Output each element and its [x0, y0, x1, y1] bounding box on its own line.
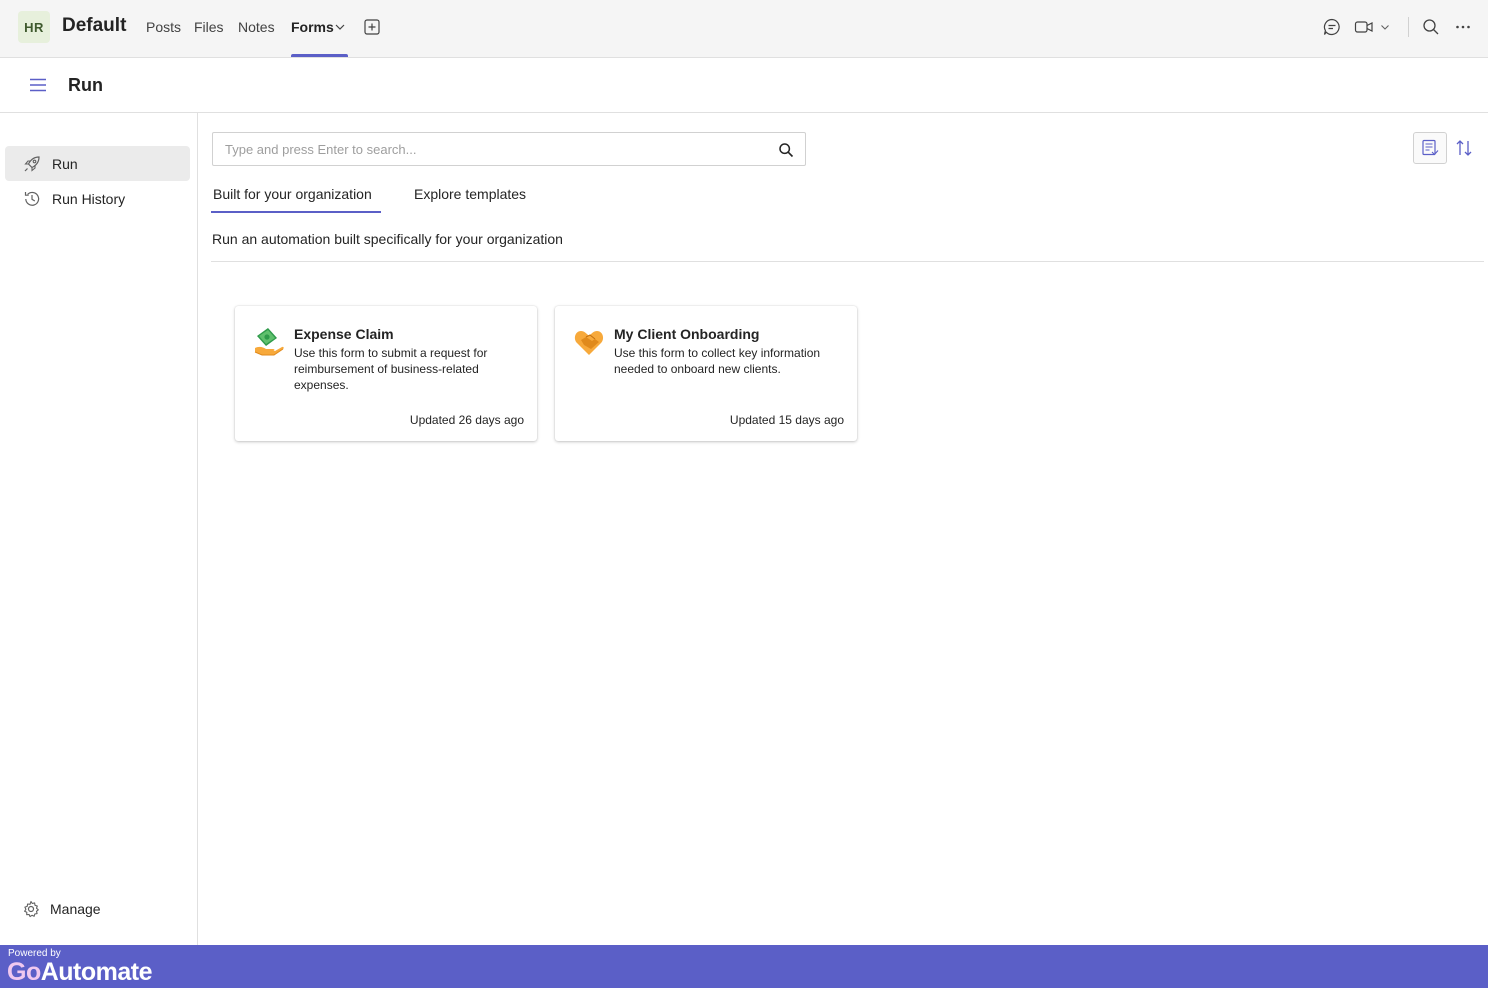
- team-avatar[interactable]: HR: [18, 11, 50, 43]
- chevron-down-icon[interactable]: [334, 20, 346, 34]
- form-card-expense-claim[interactable]: Expense Claim Use this form to submit a …: [235, 306, 537, 441]
- sidebar-item-manage[interactable]: Manage: [5, 891, 190, 926]
- card-title: My Client Onboarding: [614, 326, 760, 342]
- video-call-icon[interactable]: [1354, 17, 1374, 37]
- list-view-icon: [1422, 139, 1439, 156]
- team-name: Default: [62, 15, 127, 36]
- brand-prefix: Go: [7, 958, 41, 986]
- search-icon[interactable]: [1421, 17, 1441, 37]
- hamburger-menu-icon[interactable]: [28, 77, 48, 93]
- active-tab-indicator: [291, 54, 348, 57]
- page-title: Run: [68, 75, 103, 95]
- money-hand-icon: [254, 328, 284, 356]
- chat-icon[interactable]: [1322, 17, 1342, 37]
- history-icon: [24, 191, 40, 206]
- brand-suffix: Automate: [40, 958, 153, 986]
- footer: Powered by GoAutomate: [0, 945, 1488, 988]
- divider: [211, 261, 1484, 262]
- tab-built-for-organization[interactable]: Built for your organization: [213, 186, 372, 202]
- sidebar-item-run-history[interactable]: Run History: [5, 181, 190, 216]
- app-header: Run: [0, 58, 1488, 113]
- sidebar: Run Run History Manage: [0, 113, 198, 945]
- tab-posts[interactable]: Posts: [146, 19, 181, 35]
- card-updated: Updated 15 days ago: [729, 413, 844, 427]
- sort-icon: [1456, 140, 1472, 156]
- chevron-down-icon[interactable]: [1378, 17, 1392, 37]
- section-description: Run an automation built specifically for…: [212, 231, 563, 247]
- top-bar: HR Default Posts Files Notes Forms: [0, 0, 1488, 58]
- tab-forms[interactable]: Forms: [291, 19, 334, 35]
- sidebar-item-label: Run History: [52, 190, 126, 207]
- add-tab-icon[interactable]: [364, 19, 380, 35]
- divider: [1408, 17, 1409, 37]
- search-input[interactable]: [225, 140, 765, 158]
- active-tab-indicator: [211, 211, 381, 213]
- brand-logo[interactable]: GoAutomate: [7, 958, 153, 987]
- handshake-icon: [574, 331, 604, 355]
- view-toggle-button[interactable]: [1413, 132, 1447, 164]
- sidebar-item-label: Run: [52, 155, 78, 172]
- search-field[interactable]: [212, 132, 806, 166]
- tab-explore-templates[interactable]: Explore templates: [414, 186, 526, 202]
- sort-button[interactable]: [1447, 132, 1481, 164]
- gear-icon: [24, 900, 39, 917]
- card-description: Use this form to submit a request for re…: [294, 346, 488, 392]
- search-icon[interactable]: [778, 142, 794, 158]
- rocket-icon: [24, 155, 40, 172]
- card-description: Use this form to collect key information…: [614, 346, 821, 376]
- card-updated: Updated 26 days ago: [409, 413, 524, 427]
- sidebar-item-label: Manage: [50, 900, 101, 917]
- form-card-client-onboarding[interactable]: My Client Onboarding Use this form to co…: [555, 306, 857, 441]
- card-title: Expense Claim: [294, 326, 394, 342]
- more-options-icon[interactable]: [1453, 17, 1473, 37]
- sidebar-item-run[interactable]: Run: [5, 146, 190, 181]
- tab-notes[interactable]: Notes: [238, 19, 275, 35]
- tab-files[interactable]: Files: [194, 19, 224, 35]
